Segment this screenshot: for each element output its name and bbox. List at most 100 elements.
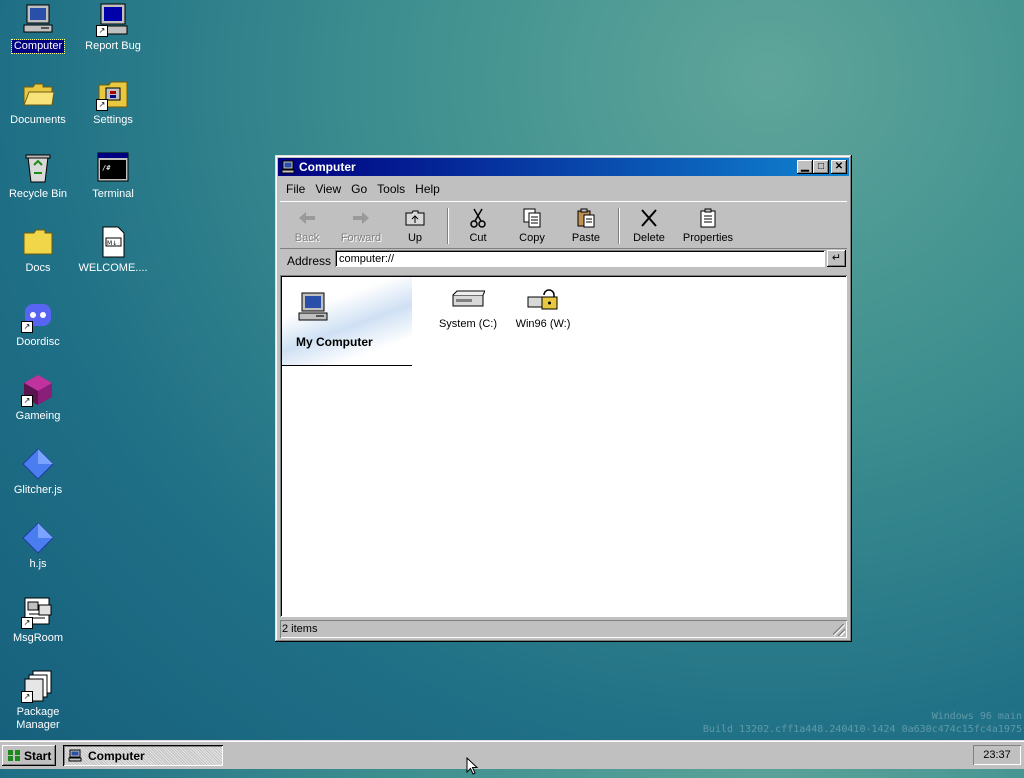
menu-go[interactable]: Go — [346, 179, 372, 196]
start-label: Start — [24, 749, 52, 763]
desktop-icon-label: WELCOME.... — [78, 262, 148, 274]
recycle-bin-icon — [21, 151, 55, 185]
window-titlebar[interactable]: Computer ▁ □ ✕ — [278, 158, 849, 176]
watermark-line-1: Windows 96 main — [931, 711, 1022, 722]
markdown-file-icon: M↓ — [96, 225, 130, 259]
drive-label: System (C:) — [438, 318, 498, 330]
desktop-icon-label: Docs — [25, 262, 51, 274]
desktop-icon-documents[interactable]: Documents — [1, 77, 75, 127]
desktop-icon-doordisc[interactable]: ↗ Doordisc — [1, 299, 75, 349]
desktop-icon-label: h.js — [29, 558, 47, 570]
taskbar: Start Computer 23:37 — [0, 740, 1024, 769]
back-label: Back — [294, 232, 320, 244]
address-bar: Address ↵ — [280, 249, 847, 271]
menu-help[interactable]: Help — [410, 179, 445, 196]
desktop-icon-label: Documents — [10, 114, 66, 126]
taskbar-item-label: Computer — [88, 749, 145, 763]
desktop-icon-label: Computer — [10, 39, 66, 54]
paste-button[interactable]: Paste — [559, 205, 613, 245]
address-go-button[interactable]: ↵ — [827, 250, 846, 267]
close-icon: ✕ — [834, 161, 844, 172]
delete-label: Delete — [633, 232, 665, 244]
up-button[interactable]: Up — [388, 205, 442, 245]
address-input[interactable] — [335, 250, 825, 267]
drive-item[interactable]: Win96 (W:) — [505, 287, 581, 330]
location-title: My Computer — [296, 335, 373, 349]
desktop-icon-recycle-bin[interactable]: Recycle Bin — [1, 151, 75, 201]
desktop-icon-h-js[interactable]: h.js — [1, 521, 75, 571]
folder-up-icon — [405, 208, 425, 228]
desktop-icon-glitcher[interactable]: Glitcher.js — [1, 447, 75, 497]
menu-file[interactable]: File — [281, 179, 310, 196]
cut-label: Cut — [469, 232, 487, 244]
desktop-icon-label: MsgRoom — [12, 632, 64, 644]
menu-view[interactable]: View — [310, 179, 346, 196]
start-button[interactable]: Start — [2, 745, 56, 766]
desktop-icon-label: Glitcher.js — [13, 484, 63, 496]
svg-text:M↓: M↓ — [107, 240, 117, 247]
shortcut-arrow-icon: ↗ — [21, 321, 33, 333]
desktop-icon-report-bug[interactable]: ↗ Report Bug — [76, 3, 150, 53]
forward-button[interactable]: Forward — [334, 205, 388, 245]
folder-open-icon — [21, 77, 55, 111]
drive-item[interactable]: System (C:) — [430, 287, 506, 330]
desktop-icon-label: Gameing — [15, 410, 61, 422]
toolbar-separator — [447, 208, 449, 244]
desktop-icon-label: Terminal — [92, 188, 134, 200]
system-tray: 23:37 — [973, 745, 1021, 765]
computer-icon — [296, 291, 330, 325]
desktop-icon-label: Package Manager — [16, 706, 60, 731]
locked-drive-icon — [526, 287, 560, 313]
minimize-button[interactable]: ▁ — [797, 160, 813, 174]
maximize-button[interactable]: □ — [813, 160, 829, 174]
back-button[interactable]: Back — [280, 205, 334, 245]
clock[interactable]: 23:37 — [983, 749, 1011, 761]
paste-icon — [576, 208, 596, 228]
computer-icon — [68, 749, 82, 762]
desktop-icon-gameing[interactable]: ↗ Gameing — [1, 373, 75, 423]
computer-icon — [21, 3, 55, 37]
file-view[interactable]: My Computer System (C:) Win96 (W:) — [280, 275, 847, 617]
mouse-cursor-icon — [466, 756, 479, 775]
menu-tools[interactable]: Tools — [372, 179, 410, 196]
menu-bar: File View Go Tools Help — [281, 179, 445, 199]
desktop-icon-computer[interactable]: Computer — [1, 3, 75, 54]
copy-button[interactable]: Copy — [505, 205, 559, 245]
shortcut-arrow-icon: ↗ — [96, 25, 108, 37]
address-label: Address — [287, 254, 332, 268]
scissors-icon — [468, 208, 488, 228]
taskbar-item-computer[interactable]: Computer — [63, 745, 223, 766]
up-label: Up — [407, 232, 423, 244]
toolbar-separator — [618, 208, 620, 244]
shortcut-arrow-icon: ↗ — [21, 395, 33, 407]
status-bar: 2 items — [280, 620, 847, 638]
arrow-right-icon — [351, 208, 371, 228]
package-manager-icon: ↗ — [21, 669, 55, 703]
forward-label: Forward — [340, 232, 382, 244]
copy-label: Copy — [519, 232, 545, 244]
desktop-icon-msgroom[interactable]: ↗ MsgRoom — [1, 595, 75, 645]
svg-text:/#: /# — [102, 164, 111, 172]
desktop-icon-terminal[interactable]: /# Terminal — [76, 151, 150, 201]
close-button[interactable]: ✕ — [831, 160, 847, 174]
properties-icon — [698, 208, 718, 228]
terminal-icon: /# — [96, 151, 130, 185]
properties-button[interactable]: Properties — [672, 205, 744, 245]
settings-icon: ↗ — [96, 77, 130, 111]
resize-grip-icon[interactable] — [833, 624, 845, 636]
minimize-icon: ▁ — [801, 161, 809, 172]
folder-icon — [21, 225, 55, 259]
explorer-window[interactable]: Computer ▁ □ ✕ File View Go Tools Help Back … — [275, 155, 852, 642]
cut-button[interactable]: Cut — [451, 205, 505, 245]
desktop-icon-docs[interactable]: Docs — [1, 225, 75, 275]
desktop-icon-package-manager[interactable]: ↗ Package Manager — [1, 669, 75, 732]
js-diamond-icon — [21, 521, 55, 555]
js-diamond-icon — [21, 447, 55, 481]
desktop-icon-welcome[interactable]: M↓ WELCOME.... — [76, 225, 150, 275]
properties-label: Properties — [682, 232, 734, 244]
window-title: Computer — [299, 160, 356, 174]
delete-button[interactable]: Delete — [622, 205, 676, 245]
gameing-icon: ↗ — [21, 373, 55, 407]
copy-icon — [522, 208, 542, 228]
desktop-icon-settings[interactable]: ↗ Settings — [76, 77, 150, 127]
